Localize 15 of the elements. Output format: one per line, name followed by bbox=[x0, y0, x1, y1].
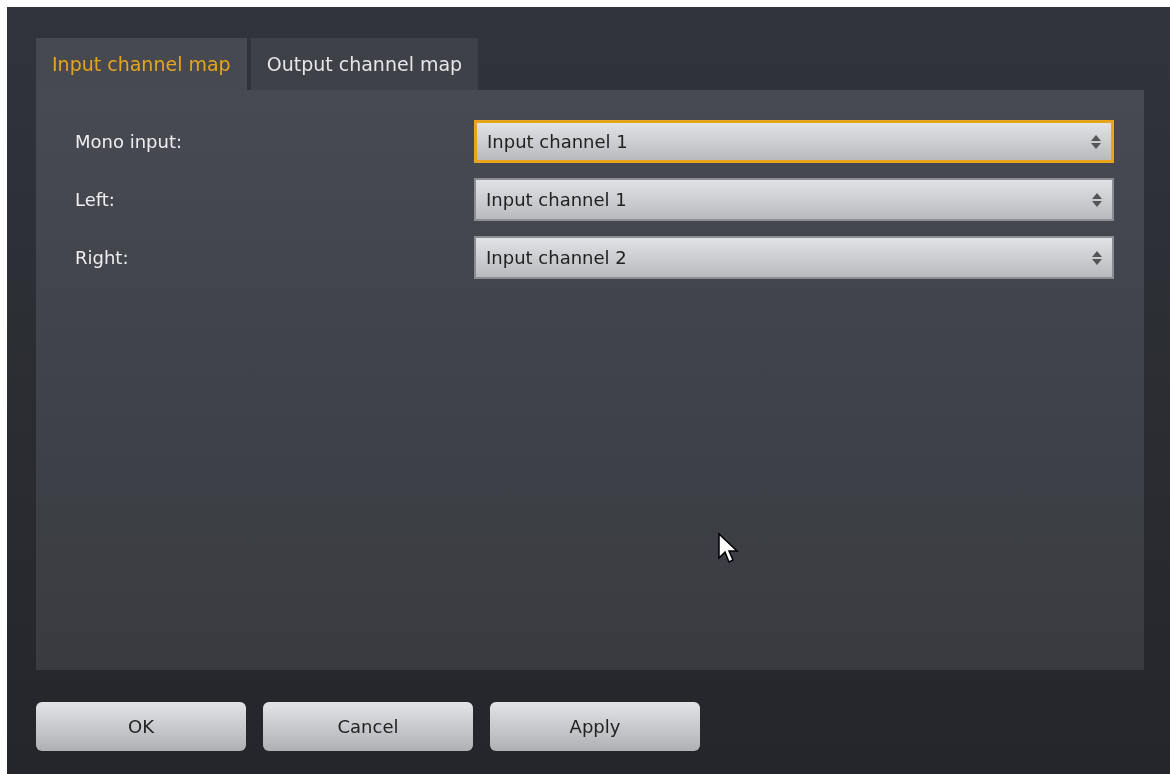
dialog-button[interactable]: OK bbox=[36, 702, 246, 751]
up-down-arrows-icon bbox=[1092, 191, 1102, 208]
tab[interactable]: Input channel map bbox=[36, 38, 247, 90]
dropdown[interactable]: Input channel 2 bbox=[474, 236, 1114, 279]
up-down-arrows-icon bbox=[1091, 133, 1101, 150]
dialog-button[interactable]: Cancel bbox=[263, 702, 473, 751]
up-down-arrows-icon bbox=[1092, 249, 1102, 266]
dropdown[interactable]: Input channel 1 bbox=[474, 120, 1114, 163]
field-label: Mono input: bbox=[75, 131, 183, 152]
field-label: Left: bbox=[75, 189, 115, 210]
field-label: Right: bbox=[75, 247, 129, 268]
dropdown[interactable]: Input channel 1 bbox=[474, 178, 1114, 221]
tab[interactable]: Output channel map bbox=[250, 38, 479, 90]
dialog-button[interactable]: Apply bbox=[490, 702, 700, 751]
mouse-pointer-icon bbox=[717, 532, 739, 566]
